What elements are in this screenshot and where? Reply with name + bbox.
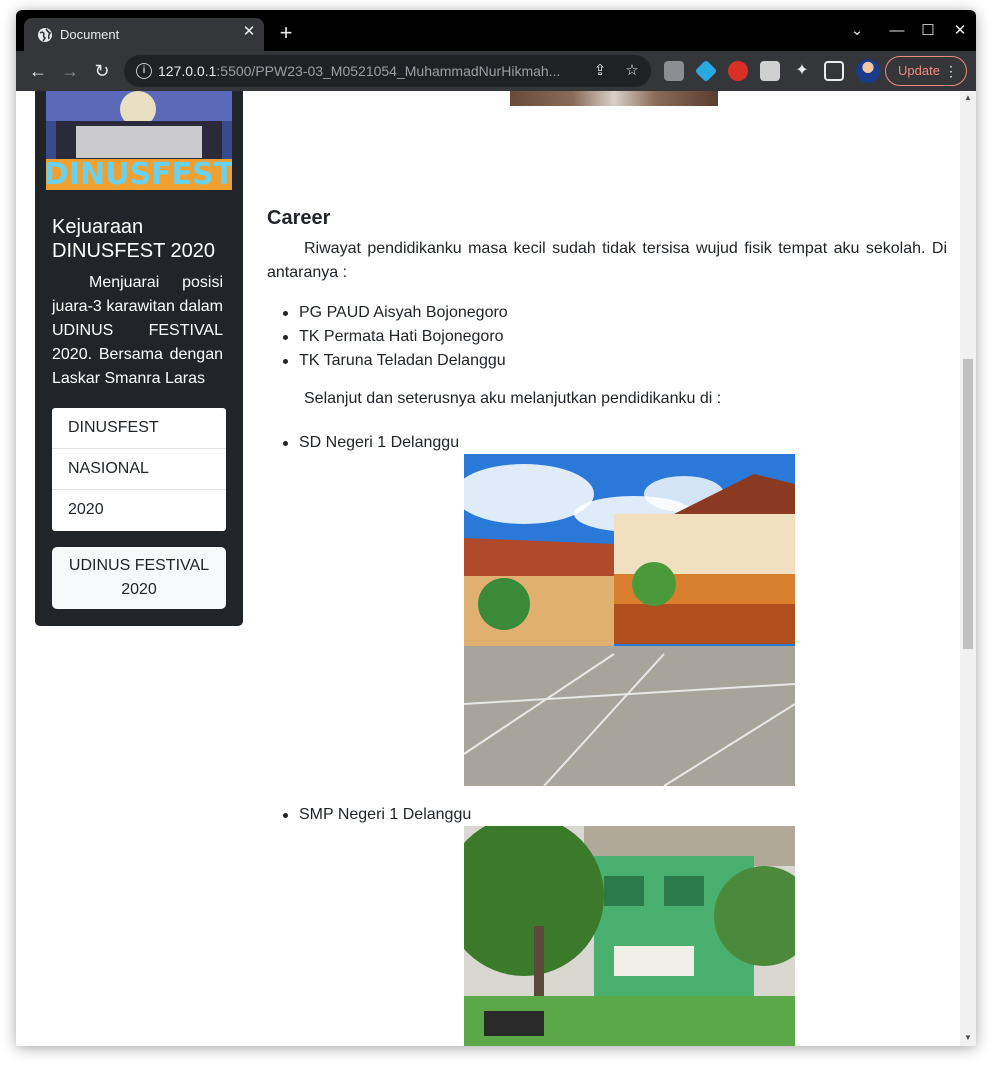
browser-window: Document ✕ + ⌄ — ☐ ✕ ← → ↻ i 127.0.0.1:5…: [16, 10, 976, 1046]
list-item: SD Negeri 1 Delanggu: [283, 431, 943, 455]
school-list-sd: SD Negeri 1 Delanggu: [283, 431, 943, 455]
hand-extension-icon[interactable]: [728, 61, 748, 81]
forward-icon[interactable]: →: [58, 59, 82, 83]
globe-icon: [38, 28, 52, 42]
sd-school-photo: [464, 454, 795, 786]
browser-toolbar: ← → ↻ i 127.0.0.1:5500/PPW23-03_M0521054…: [16, 51, 976, 91]
sidebar-description: Menjuarai posisi juara-3 karawitan dalam…: [52, 274, 223, 387]
close-window-icon[interactable]: ✕: [949, 20, 971, 42]
career-intro: Riwayat pendidikanku masa kecil sudah ti…: [267, 240, 947, 281]
update-label: Update: [898, 63, 940, 78]
page-viewport: DINUSFEST Kejuaraan DINUSFEST 2020 Menju…: [16, 91, 976, 1046]
screenshot-extension-icon[interactable]: [760, 61, 780, 81]
bookmark-star-icon[interactable]: ☆: [622, 61, 642, 81]
puzzle-icon[interactable]: ✦: [792, 61, 812, 81]
sidebar-title: Kejuaraan DINUSFEST 2020: [52, 216, 216, 262]
list-item: TK Taruna Teladan Delanggu: [283, 349, 943, 373]
dinusfest-image: DINUSFEST: [46, 91, 232, 190]
avatar[interactable]: [856, 59, 880, 83]
list-item: TK Permata Hati Bojonegoro: [283, 325, 943, 349]
reload-icon[interactable]: ↻: [90, 59, 114, 83]
minimize-icon[interactable]: —: [886, 20, 908, 42]
update-button[interactable]: Update ⋮: [885, 56, 967, 86]
address-bar[interactable]: i 127.0.0.1:5500/PPW23-03_M0521054_Muham…: [124, 55, 651, 87]
tag-item: NASIONAL: [52, 449, 226, 490]
career-heading: Career: [267, 207, 331, 229]
maximize-icon[interactable]: ☐: [917, 20, 939, 42]
smp-school-photo: [464, 826, 795, 1046]
scroll-thumb[interactable]: [963, 359, 973, 649]
tab-title: Document: [60, 27, 120, 42]
dinusfest-logo-text: DINUSFEST: [46, 157, 232, 190]
side-panel-icon[interactable]: [824, 61, 844, 81]
back-icon[interactable]: ←: [26, 59, 50, 83]
udinus-festival-button[interactable]: UDINUS FESTIVAL 2020: [52, 547, 226, 609]
continue-text: Selanjut dan seterusnya aku melanjutkan …: [304, 390, 722, 407]
tag-item: DINUSFEST: [52, 408, 226, 449]
close-tab-icon[interactable]: ✕: [240, 23, 258, 41]
browser-tab[interactable]: Document ✕: [24, 18, 264, 51]
list-item: SMP Negeri 1 Delanggu: [283, 803, 943, 827]
tab-search-icon[interactable]: ⌄: [846, 20, 868, 42]
school-list-smp: SMP Negeri 1 Delanggu: [283, 803, 943, 827]
share-icon[interactable]: ⇪: [590, 61, 610, 81]
new-tab-icon[interactable]: +: [274, 22, 298, 46]
sidebar-card: DINUSFEST Kejuaraan DINUSFEST 2020 Menju…: [35, 91, 243, 626]
menu-icon[interactable]: ⋮: [944, 57, 958, 85]
title-bar: Document ✕ + ⌄ — ☐ ✕: [16, 10, 976, 51]
camera-extension-icon[interactable]: [664, 61, 684, 81]
previous-image-bottom: [510, 91, 718, 106]
diamond-extension-icon[interactable]: [694, 59, 718, 83]
url-text[interactable]: 127.0.0.1:5500/PPW23-03_M0521054_Muhamma…: [158, 63, 578, 79]
scroll-up-icon[interactable]: ▲: [964, 93, 972, 102]
info-icon[interactable]: i: [136, 63, 152, 79]
scroll-down-icon[interactable]: ▼: [964, 1033, 972, 1042]
vertical-scrollbar[interactable]: ▲ ▼: [960, 91, 976, 1046]
tag-list: DINUSFEST NASIONAL 2020: [52, 408, 226, 531]
list-item: PG PAUD Aisyah Bojonegoro: [283, 301, 943, 325]
tag-item: 2020: [68, 501, 104, 518]
early-schools-list: PG PAUD Aisyah Bojonegoro TK Permata Hat…: [283, 301, 943, 373]
